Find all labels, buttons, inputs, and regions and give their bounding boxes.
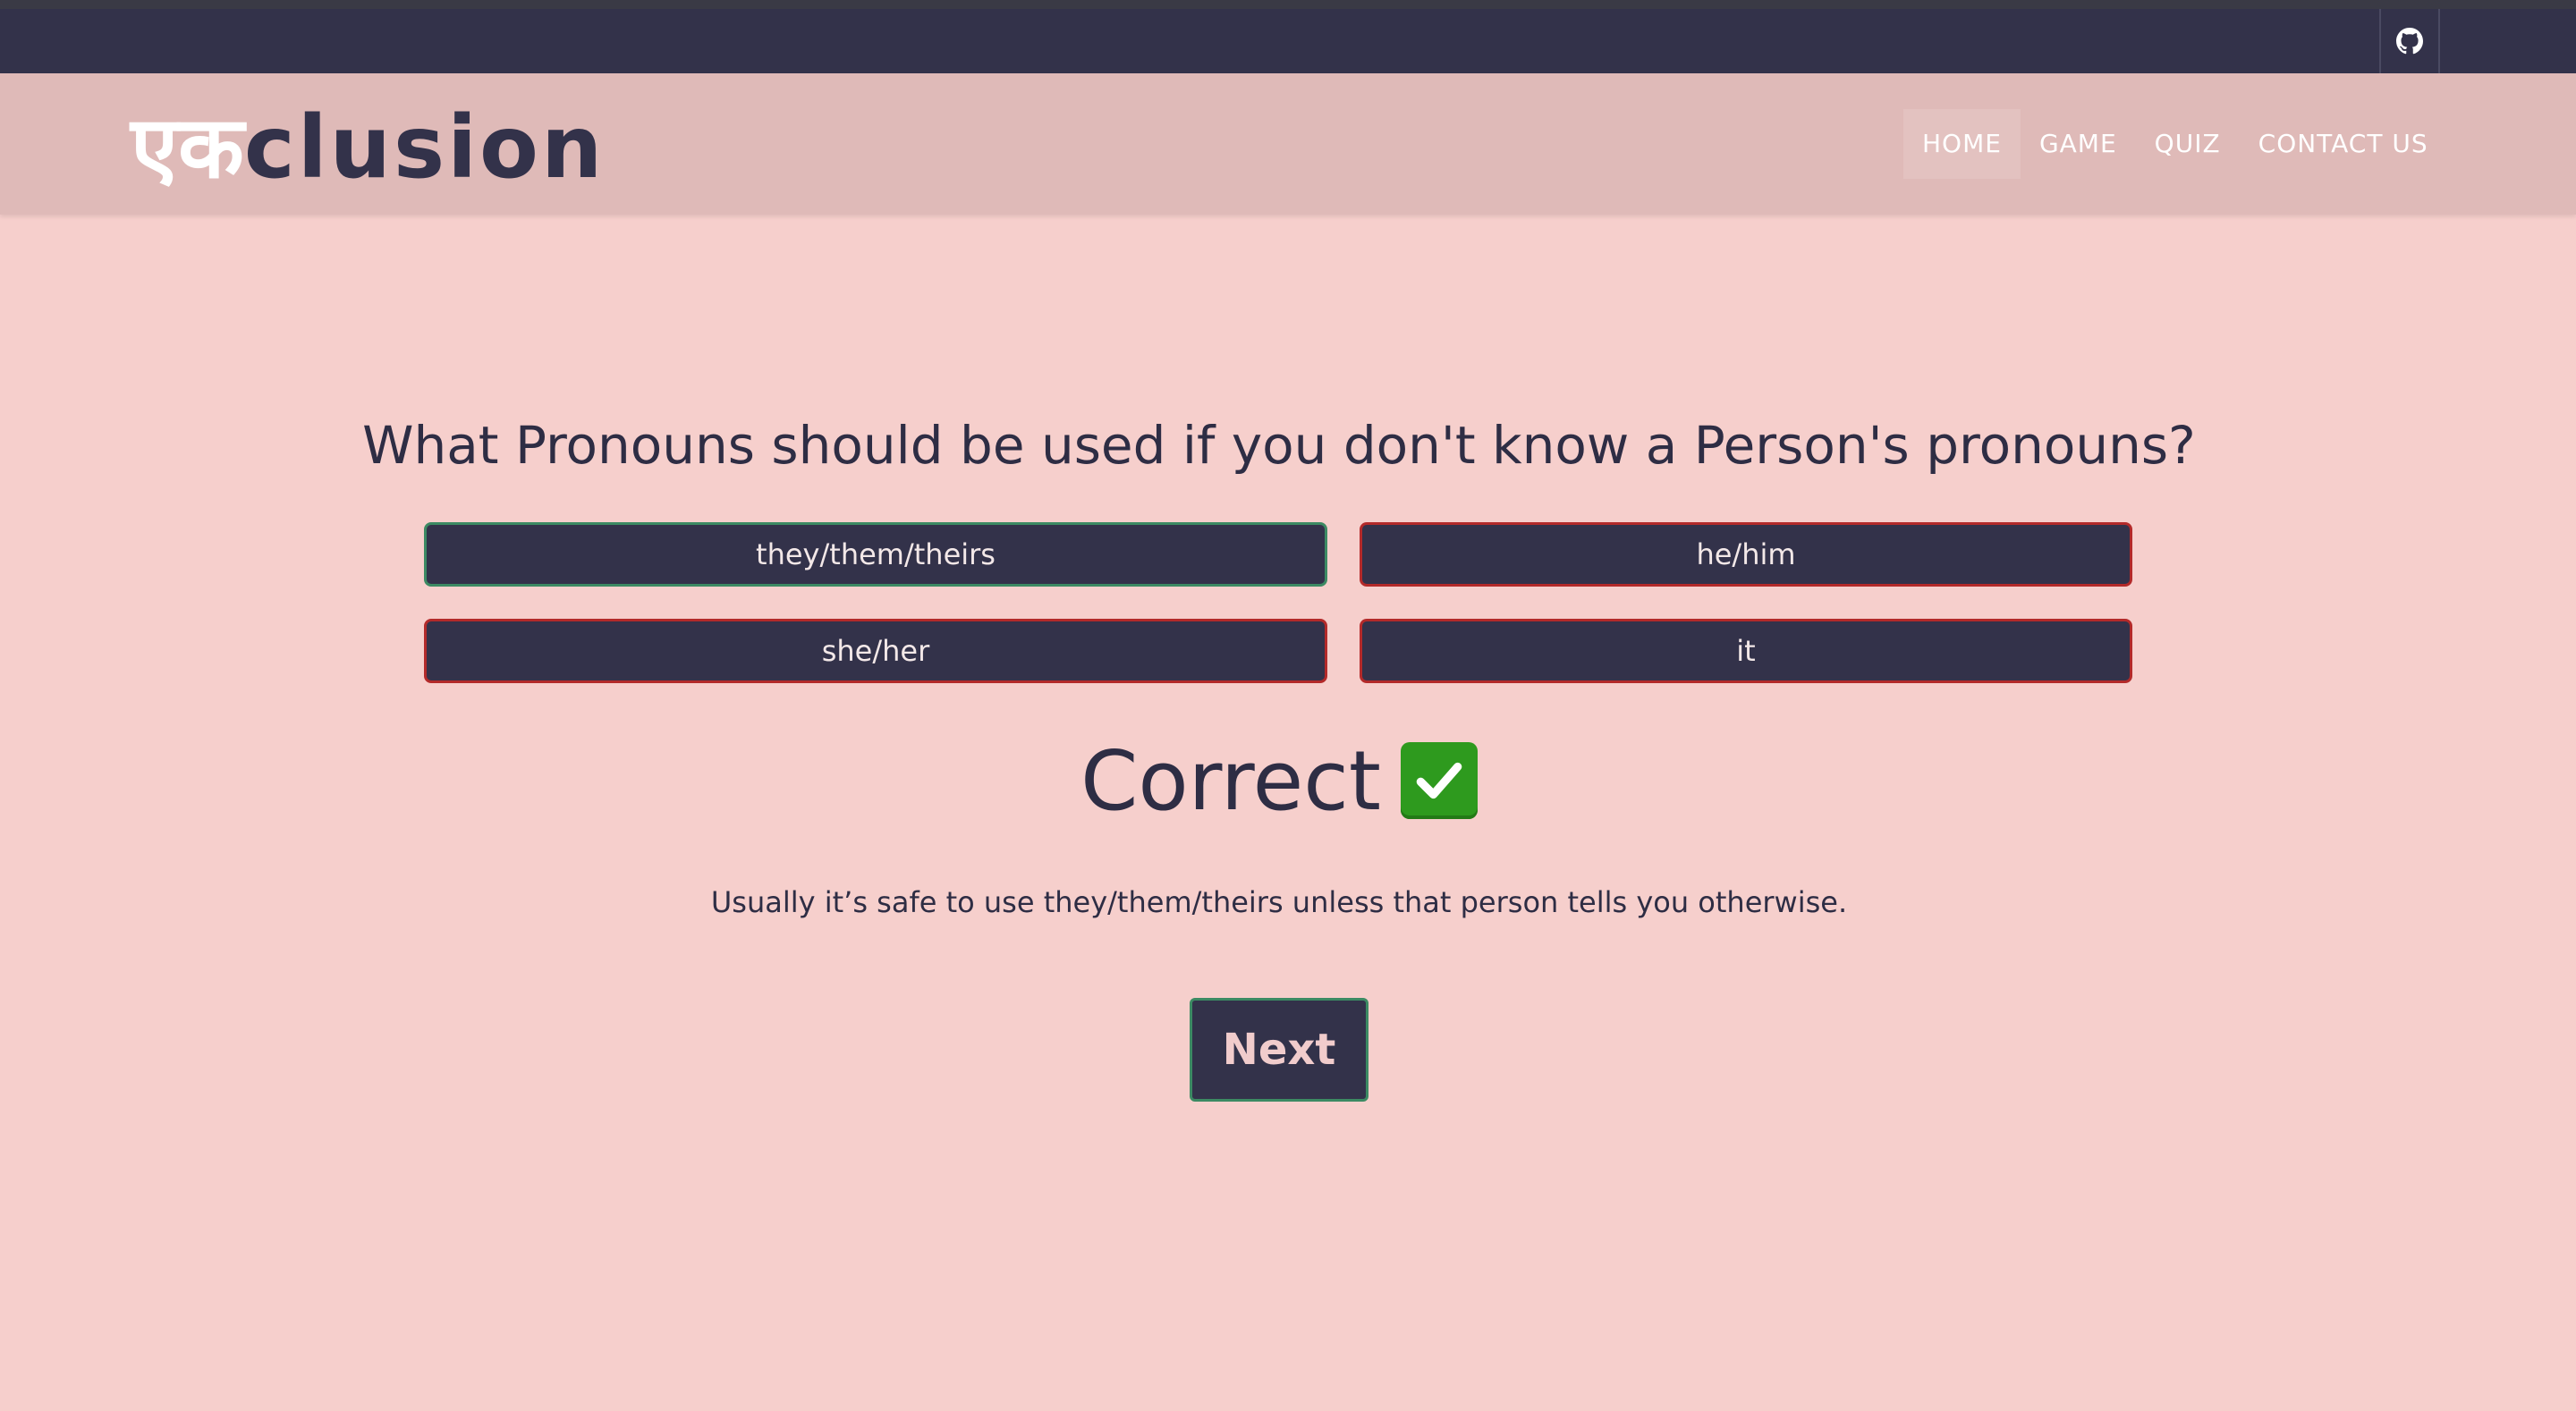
nav-quiz[interactable]: QUIZ	[2136, 109, 2240, 179]
option-it[interactable]: it	[1360, 619, 2132, 683]
brand-latin: clusion	[243, 97, 606, 198]
option-she-her[interactable]: she/her	[424, 619, 1327, 683]
brand-hindi: एक	[131, 97, 244, 198]
option-he-him[interactable]: he/him	[1360, 522, 2132, 587]
github-button[interactable]	[2379, 9, 2440, 73]
quiz-question: What Pronouns should be used if you don'…	[362, 415, 2196, 476]
option-they-them-theirs[interactable]: they/them/theirs	[424, 522, 1327, 587]
nav-home[interactable]: HOME	[1903, 109, 2021, 179]
next-button[interactable]: Next	[1190, 998, 1368, 1102]
brand-logo[interactable]: एकclusion	[131, 98, 605, 197]
browser-top-strip	[0, 0, 2576, 9]
top-bar	[0, 9, 2576, 73]
explanation-text: Usually it’s safe to use they/them/their…	[710, 885, 1848, 919]
check-mark-icon	[1400, 742, 1478, 819]
navbar: एकclusion HOME GAME QUIZ CONTACT US	[0, 73, 2576, 215]
nav-contact-us[interactable]: CONTACT US	[2240, 109, 2447, 179]
nav-game[interactable]: GAME	[2021, 109, 2136, 179]
result-message: Correct	[0, 731, 2558, 830]
github-icon	[2396, 28, 2423, 55]
result-text: Correct	[1080, 732, 1381, 829]
nav-links: HOME GAME QUIZ CONTACT US	[1903, 109, 2447, 179]
